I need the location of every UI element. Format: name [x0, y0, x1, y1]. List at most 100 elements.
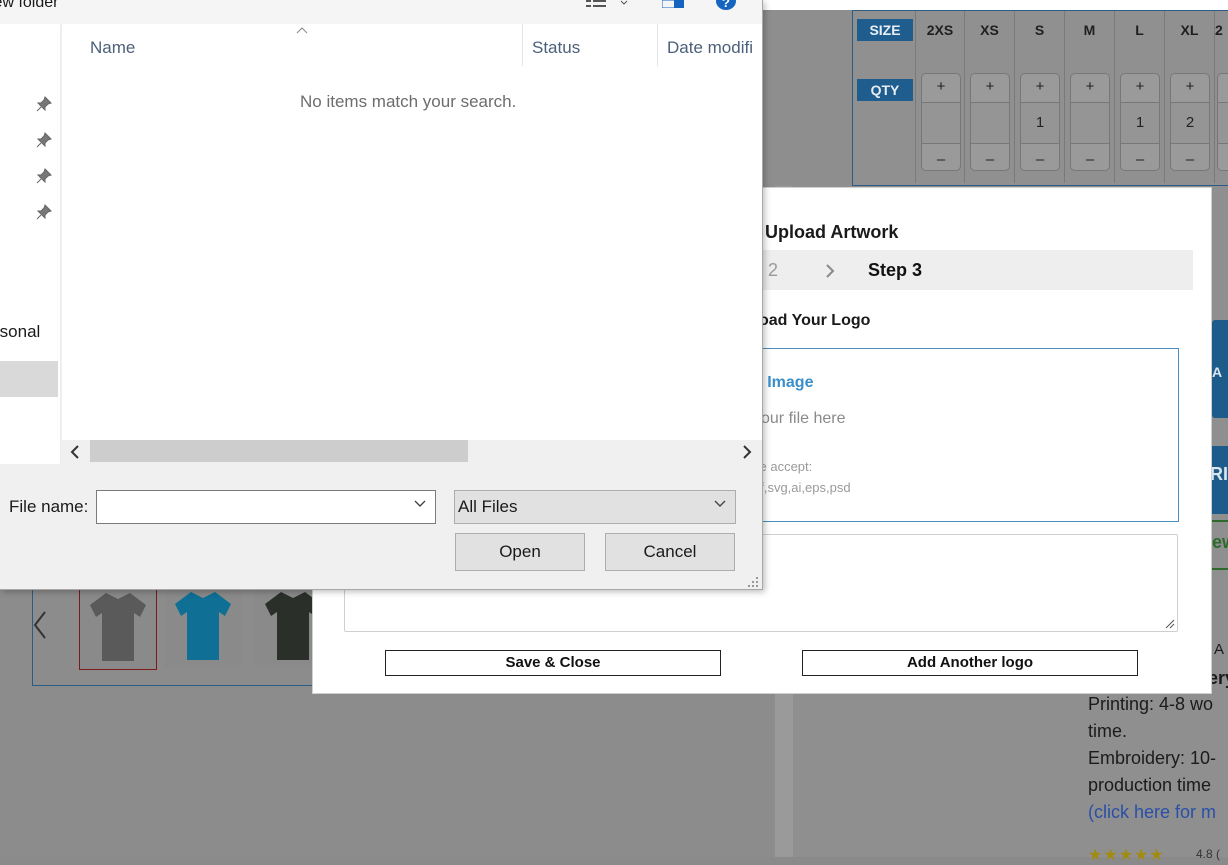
- chevron-down-icon[interactable]: [714, 500, 726, 508]
- qty-minus-button[interactable]: –: [922, 151, 960, 168]
- qty-stepper-m[interactable]: + –: [1070, 73, 1110, 171]
- column-header-name[interactable]: Name: [90, 38, 135, 58]
- scroll-left-icon[interactable]: [70, 445, 80, 459]
- column-header-date-modified[interactable]: Date modifi: [667, 38, 753, 58]
- qty-plus-button[interactable]: +: [971, 78, 1009, 95]
- qty-minus-button[interactable]: –: [1171, 151, 1209, 168]
- qty-plus-button[interactable]: +: [1071, 78, 1109, 95]
- qty-minus-button[interactable]: –: [1021, 151, 1059, 168]
- preview-pane-icon[interactable]: [662, 0, 684, 8]
- embroidery-time-text: Embroidery: 10-: [1088, 748, 1217, 768]
- qty-stepper-2xs[interactable]: + –: [921, 73, 961, 171]
- qty-minus-button[interactable]: –: [1121, 151, 1159, 168]
- file-name-input[interactable]: [96, 490, 436, 524]
- size-column-m: M + –: [1065, 11, 1115, 183]
- open-button[interactable]: Open: [455, 533, 585, 571]
- dark-tshirt-icon: [265, 592, 315, 660]
- info-fragment-a: A: [1214, 641, 1225, 658]
- size-header-l: L: [1135, 22, 1144, 38]
- image-dropzone[interactable]: [753, 348, 1179, 522]
- scrollbar-thumb[interactable]: [90, 440, 468, 462]
- product-thumbnail-strip: [32, 575, 354, 686]
- add-another-logo-button[interactable]: Add Another logo: [802, 650, 1138, 676]
- save-close-label: Save & Close: [505, 654, 601, 671]
- qty-label: QTY: [857, 79, 913, 101]
- resize-grip-icon[interactable]: [1163, 617, 1175, 629]
- qty-minus-button[interactable]: –: [1071, 151, 1109, 168]
- column-separator[interactable]: [522, 24, 523, 66]
- open-button-label: Open: [499, 542, 541, 561]
- column-header-status[interactable]: Status: [532, 38, 580, 58]
- review-button-label: ew: [1212, 532, 1228, 552]
- navigation-pane: [0, 24, 61, 464]
- more-info-link[interactable]: (click here for m: [1088, 802, 1228, 823]
- add-to-cart-button[interactable]: A: [1212, 320, 1228, 418]
- pin-icon[interactable]: [36, 132, 52, 148]
- qty-plus-button[interactable]: +: [1171, 78, 1209, 95]
- size-quantity-table: SIZE QTY 2XS + – XS + – S + 1 – M + – L …: [852, 10, 1228, 186]
- thumbnail-grey-shirt[interactable]: [79, 584, 157, 670]
- qty-stepper-2xl[interactable]: [1217, 73, 1228, 171]
- qty-plus-button[interactable]: +: [1021, 78, 1059, 95]
- file-type-value[interactable]: All Files: [458, 497, 518, 517]
- pin-icon[interactable]: [36, 168, 52, 184]
- rating-value: 4.8 (: [1196, 847, 1221, 861]
- qty-value[interactable]: [1218, 102, 1228, 144]
- column-separator[interactable]: [657, 24, 658, 66]
- qty-stepper-xs[interactable]: + –: [970, 73, 1010, 171]
- size-column-xs: XS + –: [965, 11, 1015, 183]
- chevron-right-icon: [826, 264, 835, 278]
- empty-search-message: No items match your search.: [300, 92, 517, 111]
- qty-plus-button[interactable]: +: [1121, 78, 1159, 95]
- printing-time-text-2: time.: [1088, 721, 1128, 741]
- qty-value[interactable]: [1071, 102, 1109, 144]
- cancel-button[interactable]: Cancel: [605, 533, 735, 571]
- qty-value[interactable]: [922, 102, 960, 144]
- thumbnail-dark-green-shirt[interactable]: [255, 584, 315, 668]
- size-label: SIZE: [857, 19, 913, 41]
- qty-value[interactable]: 1: [1121, 102, 1159, 144]
- step-progress-bar: [753, 250, 1193, 290]
- printing-time-text: Printing: 4-8 wo: [1088, 694, 1214, 714]
- price-button-label: RI: [1210, 464, 1228, 484]
- qty-stepper-s[interactable]: + 1 –: [1020, 73, 1060, 171]
- save-close-button[interactable]: Save & Close: [385, 650, 721, 676]
- nav-item-personal[interactable]: rsonal: [0, 322, 40, 342]
- size-grip-icon[interactable]: [746, 575, 760, 587]
- qty-value[interactable]: [971, 102, 1009, 144]
- pin-icon[interactable]: [36, 96, 52, 112]
- add-another-logo-label: Add Another logo: [906, 654, 1034, 671]
- view-options-caret-icon[interactable]: [620, 0, 628, 6]
- blue-tshirt-icon: [175, 592, 231, 660]
- review-button[interactable]: ew: [1210, 520, 1228, 570]
- thumbnail-prev-arrow-icon[interactable]: [32, 610, 48, 640]
- size-header-xs: XS: [980, 22, 999, 38]
- file-name-label: File name:: [9, 497, 89, 516]
- qty-value[interactable]: 1: [1021, 102, 1059, 144]
- view-options-icon[interactable]: [586, 0, 606, 8]
- size-column-2xl: 2: [1215, 11, 1228, 183]
- scroll-right-icon[interactable]: [742, 445, 752, 459]
- size-column-xl: XL + 2 –: [1165, 11, 1215, 183]
- qty-value[interactable]: 2: [1171, 102, 1209, 144]
- thumbnail-blue-shirt[interactable]: [165, 584, 241, 668]
- embroidery-time-text-2: production time: [1088, 775, 1212, 795]
- modal-title: Upload Artwork: [765, 222, 899, 242]
- file-list: Name Status Date modifi No items match y…: [62, 24, 762, 440]
- qty-plus-button[interactable]: +: [922, 78, 960, 95]
- cancel-button-label: Cancel: [643, 542, 697, 561]
- step-3-label[interactable]: Step 3: [868, 260, 922, 281]
- qty-stepper-xl[interactable]: + 2 –: [1170, 73, 1210, 171]
- qty-stepper-l[interactable]: + 1 –: [1120, 73, 1160, 171]
- size-header-s: S: [1034, 22, 1045, 38]
- size-header-2xs: 2XS: [926, 22, 954, 38]
- nav-item-selected[interactable]: [0, 361, 58, 397]
- size-column-l: L + 1 –: [1115, 11, 1165, 183]
- chevron-down-icon[interactable]: [414, 500, 426, 508]
- new-folder-button[interactable]: New folder: [0, 0, 58, 12]
- rating-stars-icon: ★★★★★: [1088, 847, 1165, 864]
- qty-minus-button[interactable]: –: [971, 151, 1009, 168]
- accepted-formats-list: df,svg,ai,eps,psd: [753, 480, 851, 495]
- price-button[interactable]: RI: [1210, 446, 1228, 514]
- pin-icon[interactable]: [36, 204, 52, 220]
